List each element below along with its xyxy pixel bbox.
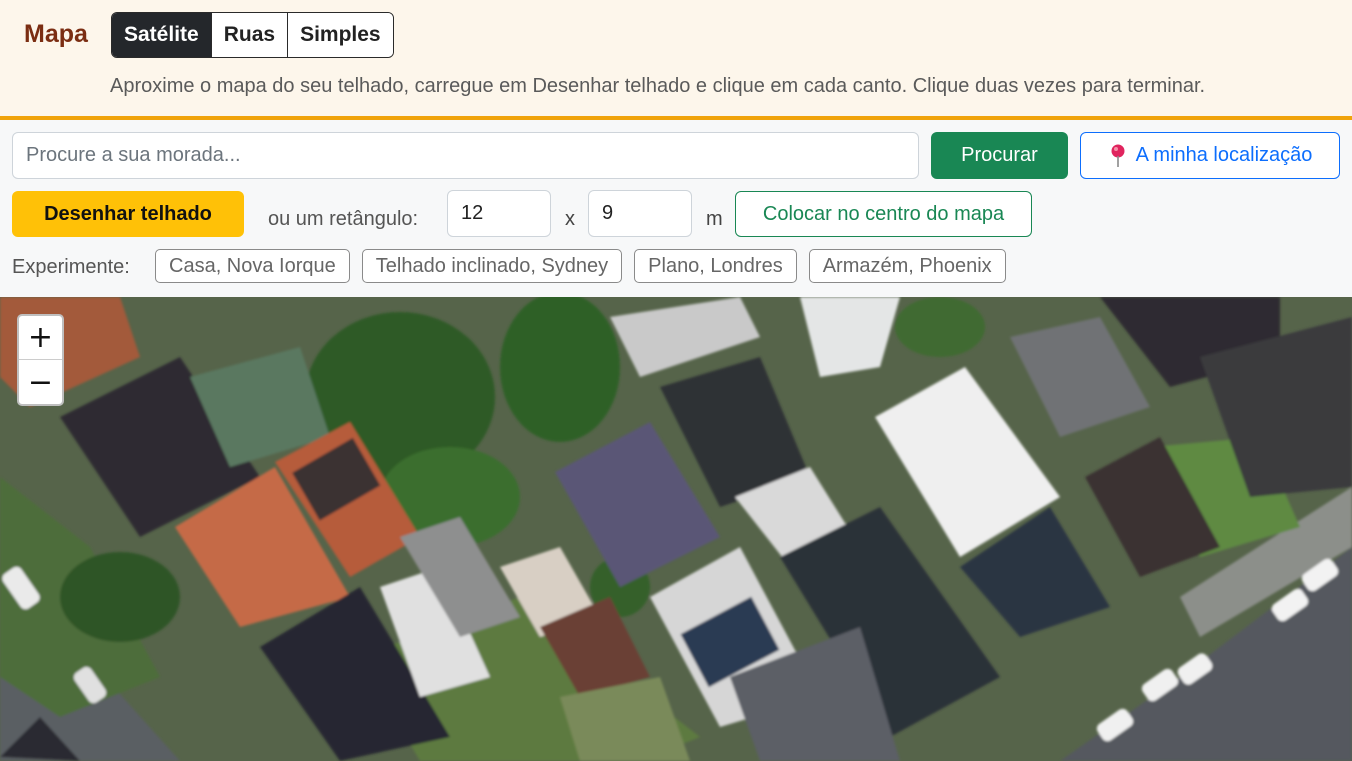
rectangle-height-input[interactable] [588,190,692,237]
instructions-text: Aproxime o mapa do seu telhado, carregue… [110,75,1206,97]
unit-label: m [706,208,723,230]
toolbar: Procurar A minha localização Desenhar te… [0,120,1352,297]
examples-list: Casa, Nova Iorque Telhado inclinado, Syd… [155,249,1006,283]
example-chip-london[interactable]: Plano, Londres [634,249,797,283]
rectangle-label: ou um retângulo: [268,208,419,230]
search-button[interactable]: Procurar [931,132,1068,179]
layer-streets-button[interactable]: Ruas [211,13,289,57]
times-symbol: x [565,208,575,230]
example-chip-sydney[interactable]: Telhado inclinado, Sydney [361,249,623,283]
example-chip-new-york[interactable]: Casa, Nova Iorque [155,249,350,283]
map-header: Mapa Satélite Ruas Simples Aproxime o ma… [0,0,1352,120]
page-title: Mapa [24,20,88,48]
my-location-label: A minha localização [1135,144,1313,166]
map-layer-switcher: Satélite Ruas Simples [111,12,394,58]
layer-satellite-button[interactable]: Satélite [112,13,212,57]
example-chip-phoenix[interactable]: Armazém, Phoenix [808,249,1006,283]
zoom-in-button[interactable]: + [19,316,62,360]
draw-roof-button[interactable]: Desenhar telhado [12,191,244,237]
place-center-button[interactable]: Colocar no centro do mapa [735,191,1032,237]
examples-label: Experimente: [12,256,130,278]
my-location-button[interactable]: A minha localização [1080,132,1340,179]
satellite-map[interactable]: + − [0,297,1352,761]
zoom-control: + − [17,314,64,406]
satellite-imagery [0,297,1352,761]
zoom-out-button[interactable]: − [19,360,62,404]
address-search-input[interactable] [12,132,919,179]
layer-simple-button[interactable]: Simples [288,13,393,57]
map-pin-icon [1111,144,1125,167]
rectangle-width-input[interactable] [447,190,551,237]
